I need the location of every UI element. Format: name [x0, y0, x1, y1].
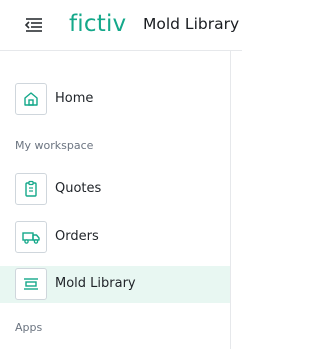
sidebar-item-label: Quotes — [55, 181, 102, 196]
sidebar-nav: Home My workspace Quotes Orders Mold Lib… — [0, 51, 242, 349]
section-label-workspace: My workspace — [15, 139, 94, 152]
sidebar-item-home[interactable]: Home — [0, 81, 230, 119]
menu-collapse-button[interactable] — [22, 15, 46, 35]
home-icon-box — [15, 83, 47, 115]
section-label-apps: Apps — [15, 321, 43, 334]
sidebar-item-mold-library[interactable]: Mold Library — [0, 266, 230, 303]
quotes-icon — [25, 180, 37, 197]
sidebar-item-label: Home — [55, 91, 94, 106]
mold-library-icon-box — [15, 268, 47, 300]
mold-library-icon — [24, 278, 38, 290]
sidebar-item-quotes[interactable]: Quotes — [0, 171, 230, 209]
quotes-icon-box — [15, 173, 47, 205]
home-icon — [24, 92, 38, 106]
page-title: Mold Library — [143, 15, 240, 33]
sidebar-item-label: Mold Library — [55, 276, 136, 291]
app-header: fictiv Mold Library — [0, 0, 242, 50]
sidebar-item-label: Orders — [55, 229, 99, 244]
fictiv-logo[interactable]: fictiv — [69, 8, 126, 40]
sidebar-divider — [230, 51, 231, 349]
sidebar-item-orders[interactable]: Orders — [0, 219, 230, 257]
menu-collapse-icon — [24, 18, 42, 32]
truck-icon-box — [15, 221, 47, 253]
truck-icon — [22, 232, 40, 244]
